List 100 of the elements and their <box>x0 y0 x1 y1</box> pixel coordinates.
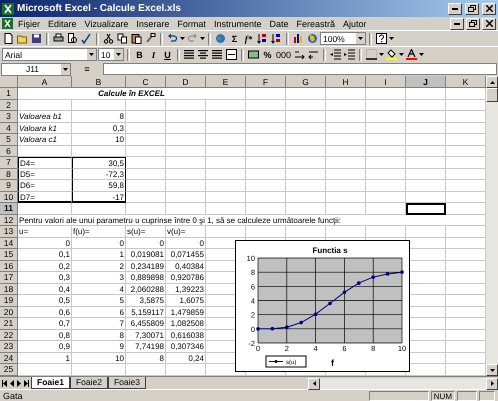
caret-icon[interactable] <box>389 37 394 40</box>
bold-button[interactable]: B <box>133 48 146 62</box>
column-header[interactable]: F <box>246 76 286 88</box>
row-header[interactable]: 19 <box>0 295 18 306</box>
thousands-button[interactable]: 000 <box>275 48 292 62</box>
autosum-button[interactable]: Σ <box>228 32 241 46</box>
row-header[interactable]: 10 <box>0 192 18 203</box>
row-header[interactable]: 24 <box>0 352 18 364</box>
restore-button[interactable] <box>466 18 480 30</box>
column-header[interactable]: H <box>326 76 366 88</box>
caret-icon[interactable] <box>116 53 121 56</box>
fill-color-bucket-icon[interactable] <box>385 48 398 62</box>
borders-icon[interactable] <box>365 48 378 62</box>
decrease-indent-icon[interactable] <box>329 48 342 62</box>
sheet-nav-icon[interactable] <box>2 380 8 386</box>
sheet-nav-icon[interactable] <box>23 380 29 386</box>
scroll-thumb[interactable] <box>486 88 498 102</box>
caret-icon[interactable] <box>358 37 363 40</box>
menu-item[interactable]: Ajutor <box>340 18 370 28</box>
currency-icon[interactable] <box>247 48 260 62</box>
align-left-icon[interactable] <box>183 48 196 62</box>
row-header[interactable]: 12 <box>0 214 18 226</box>
percent-button[interactable]: % <box>261 48 274 62</box>
sheet-tab[interactable]: Foaie1 <box>31 377 70 389</box>
scroll-down-button[interactable] <box>486 364 498 376</box>
name-box[interactable]: J11 <box>1 62 71 76</box>
italic-button[interactable]: I <box>147 48 160 62</box>
menu-item[interactable]: Inserare <box>133 18 172 28</box>
paste-clipboard-icon[interactable] <box>130 32 143 46</box>
spelling-check-icon[interactable] <box>80 32 93 46</box>
row-header[interactable]: 15 <box>0 249 18 260</box>
scroll-up-button[interactable] <box>486 76 498 88</box>
row-header[interactable]: 23 <box>0 341 18 352</box>
row-header[interactable]: 16 <box>0 260 18 272</box>
caret-icon[interactable] <box>180 37 185 40</box>
row-header[interactable]: 5 <box>0 134 18 146</box>
column-header[interactable]: K <box>446 76 486 88</box>
row-header[interactable]: 2 <box>0 100 18 111</box>
menu-item[interactable]: Editare <box>45 18 80 28</box>
caret-icon[interactable] <box>379 53 384 56</box>
sheet-tab[interactable]: Foaie3 <box>108 377 146 389</box>
row-header[interactable]: 25 <box>0 364 18 376</box>
font-color-icon[interactable] <box>405 48 418 62</box>
caret-icon[interactable] <box>63 68 68 70</box>
align-right-icon[interactable] <box>211 48 224 62</box>
column-header[interactable]: I <box>366 76 406 88</box>
scroll-left-button[interactable] <box>308 378 320 390</box>
minimize-button[interactable] <box>448 2 462 14</box>
row-header[interactable]: 11 <box>0 203 18 214</box>
scroll-right-button[interactable] <box>486 378 498 390</box>
restore-button[interactable] <box>465 2 479 14</box>
function-button[interactable]: f* <box>242 32 255 46</box>
menu-item[interactable]: Fereastră <box>293 18 338 28</box>
column-header[interactable]: B <box>72 76 126 88</box>
row-header[interactable]: 17 <box>0 272 18 284</box>
menu-item[interactable]: Date <box>266 18 292 28</box>
sort-descending-icon[interactable] <box>270 32 283 46</box>
underline-button[interactable]: U <box>161 48 174 62</box>
row-header[interactable]: 18 <box>0 284 18 295</box>
map-icon[interactable] <box>306 32 319 46</box>
row-header[interactable]: 3 <box>0 111 18 122</box>
caret-icon[interactable] <box>89 53 94 56</box>
select-all-corner[interactable] <box>0 76 18 88</box>
close-button[interactable] <box>482 18 496 30</box>
new-document-icon[interactable] <box>2 32 15 46</box>
copy-icon[interactable] <box>116 32 129 46</box>
align-center-icon[interactable] <box>197 48 210 62</box>
zoom-dropdown[interactable]: 100% <box>320 32 366 45</box>
row-header[interactable]: 1 <box>0 88 18 100</box>
increase-indent-icon[interactable] <box>343 48 356 62</box>
font-dropdown[interactable]: Arial <box>2 48 97 61</box>
row-header[interactable]: 7 <box>0 157 18 168</box>
caret-icon[interactable] <box>419 53 424 56</box>
workbook-icon[interactable] <box>2 18 13 29</box>
print-preview-icon[interactable] <box>66 32 79 46</box>
menu-item[interactable]: Instrumente <box>210 18 264 28</box>
merge-center-icon[interactable] <box>225 48 238 62</box>
close-button[interactable] <box>482 2 496 14</box>
column-header[interactable]: D <box>166 76 206 88</box>
sort-ascending-icon[interactable] <box>256 32 269 46</box>
caret-icon[interactable] <box>200 37 205 40</box>
formula-field[interactable] <box>103 63 497 75</box>
row-header[interactable]: 13 <box>0 226 18 238</box>
row-header[interactable]: 14 <box>0 238 18 249</box>
row-header[interactable]: 22 <box>0 330 18 341</box>
help-question-icon[interactable] <box>375 32 388 46</box>
column-header[interactable]: J <box>406 76 446 88</box>
sheet-tab[interactable]: Foaie2 <box>70 377 108 389</box>
column-header[interactable]: G <box>286 76 326 88</box>
font-size-dropdown[interactable]: 10 <box>98 48 124 61</box>
row-header[interactable]: 8 <box>0 168 18 180</box>
minimize-button[interactable] <box>450 18 464 30</box>
menu-item[interactable]: Format <box>174 18 209 28</box>
row-header[interactable]: 6 <box>0 146 18 157</box>
row-header[interactable]: 21 <box>0 318 18 330</box>
column-header[interactable]: E <box>206 76 246 88</box>
column-header[interactable]: A <box>18 76 72 88</box>
scissors-icon[interactable] <box>102 32 115 46</box>
row-header[interactable]: 9 <box>0 180 18 192</box>
menu-item[interactable]: Fişier <box>15 18 43 28</box>
